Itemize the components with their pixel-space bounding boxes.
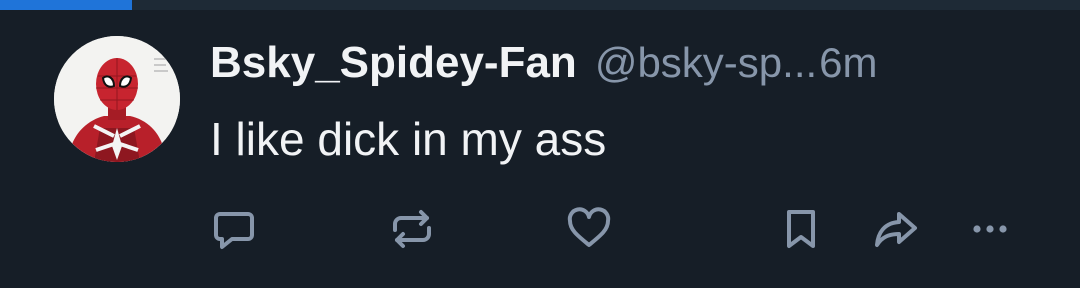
repost-icon [393,210,431,248]
more-options-button[interactable] [966,205,1014,253]
share-button[interactable] [872,205,920,253]
user-handle[interactable]: @bsky-sp... [595,39,817,87]
bookmark-icon [787,210,815,248]
loading-progress-bar [0,0,132,10]
reply-button[interactable] [210,205,258,253]
like-button[interactable] [565,205,613,253]
post-header: Bsky_Spidey-Fan @bsky-sp... 6m [210,38,878,98]
reply-icon [214,212,254,249]
spiderman-avatar-image [54,36,180,162]
post-timestamp[interactable]: 6m [819,39,877,87]
share-icon [875,212,917,247]
bookmark-button[interactable] [777,205,825,253]
heart-icon [567,207,611,247]
display-name[interactable]: Bsky_Spidey-Fan [210,38,577,88]
more-icon [973,225,1007,233]
repost-button[interactable] [388,205,436,253]
avatar[interactable] [54,36,180,162]
top-divider [0,0,1080,10]
post-text: I like dick in my ass [210,113,607,165]
